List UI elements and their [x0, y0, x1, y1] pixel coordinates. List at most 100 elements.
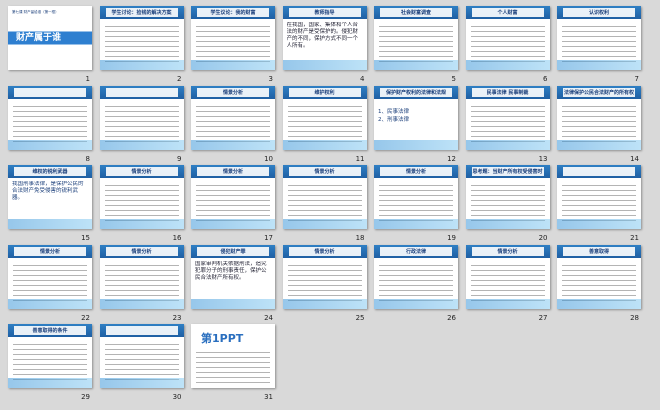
slide-footer-wave [465, 60, 550, 70]
slide-thumbnail[interactable]: 情景分析 [99, 165, 184, 229]
slide-thumbnail[interactable]: 情景分析 [374, 165, 458, 229]
slide-thumbnail[interactable]: 认识权利 [557, 6, 641, 70]
slide-footer-wave [557, 139, 641, 150]
slide-cell: 思考题：当财产所有权受侵害时 20 [465, 165, 550, 243]
slide-number: 31 [264, 393, 273, 401]
slide-thumbnail[interactable]: 侵犯财产罪国家审判机关依据刑法，追究犯罪分子的刑事责任，保护公民合法财产所有权。 [191, 244, 275, 309]
slide-footer-wave [557, 60, 641, 70]
slide-thumbnail[interactable] [557, 165, 641, 229]
slide-cell: 法律保护公民合法财产的所有权 14 [557, 85, 641, 164]
slide-text-lines [104, 262, 179, 304]
slide-thumbnail[interactable]: 情景分析 [282, 244, 367, 309]
slide-thumbnail[interactable]: 情景分析 [191, 165, 275, 229]
slide-number: 11 [355, 154, 365, 163]
slide-number: 22 [81, 313, 90, 322]
slide-footer-wave [8, 378, 92, 388]
slide-thumbnail[interactable]: 法律保护公民合法财产的所有权 [557, 85, 641, 150]
slide-number: 18 [355, 234, 365, 242]
slide-title: 个人财富 [497, 10, 518, 16]
slide-footer-wave [557, 298, 641, 309]
slide-text-lines [470, 262, 545, 304]
slide-header-band [14, 87, 86, 97]
slide-title: 民事法律 民事制裁 [486, 89, 529, 96]
slide-cell: 侵犯财产罪国家审判机关依据刑法，追究犯罪分子的刑事责任，保护公民合法财产所有权。… [191, 244, 275, 323]
slide-footer-wave [191, 219, 275, 229]
slide-text-lines [196, 24, 270, 65]
slide-title: 侵犯财产罪 [220, 248, 246, 255]
slide-number: 21 [630, 234, 639, 242]
slide-footer-wave [282, 219, 367, 229]
slide-title: 财产属于谁 [16, 33, 62, 43]
slide-footer-wave [374, 60, 458, 70]
slide-number: 17 [264, 234, 273, 242]
slide-text-lines [379, 262, 453, 304]
slide-body: 国家审判机关依据刑法，追究犯罪分子的刑事责任，保护公民合法财产所有权。 [195, 260, 267, 281]
slide-thumbnail[interactable]: 保护财产权利的法律和法规 1、民事法律 2、刑事法律 [374, 85, 458, 150]
slide-thumbnail[interactable]: 学生讨论：捡钱的解决方案 [99, 6, 184, 70]
slide-cell: 情景分析 23 [99, 244, 184, 323]
slide-cell: 第1PPT 31 [191, 324, 275, 402]
slide-thumbnail[interactable]: 情景分析 [282, 165, 367, 229]
slide-thumbnail[interactable]: 学生议论：我的财富 [191, 6, 275, 70]
slide-header-band [563, 167, 635, 176]
slide-number: 20 [538, 234, 548, 242]
slide-thumbnail[interactable]: 维权的锐利武器 我国刑事法律，是保护公民的合法财产免受侵害的锐利武器。 [8, 165, 92, 229]
slide-thumbnail[interactable]: 教师指导 在我国，国家、集体和个人合法的财产是受保护的。侵犯财产的不同，保护方式不… [282, 6, 367, 70]
slide-footer-wave [465, 219, 550, 229]
slide-cell: 学生议论：我的财富 3 [191, 6, 275, 84]
slide-cell: 认识权利 7 [557, 6, 641, 84]
slide-thumbnail[interactable]: 情景分析 [465, 244, 550, 309]
slide-thumbnail[interactable]: 社会财富调查 [374, 6, 458, 70]
slide-law-list: 1、民事法律 2、刑事法律 [378, 108, 454, 124]
slide-text-lines [562, 103, 636, 145]
slide-thumbnail[interactable]: 思考题：当财产所有权受侵害时 [465, 165, 550, 229]
slide-footer-wave [191, 298, 275, 309]
slide-text-lines [470, 103, 545, 145]
slide-title: 学生议论：我的财富 [210, 10, 256, 16]
slide-thumbnail[interactable]: 善意取得的条件 [8, 324, 92, 388]
slide-footer-wave [282, 60, 367, 70]
slide-thumbnail[interactable] [8, 85, 92, 150]
slide-thumbnail[interactable]: 个人财富 [465, 6, 550, 70]
slide-footer-wave [99, 219, 184, 229]
slide-cell: 情景分析 16 [99, 165, 184, 243]
slide-number: 14 [630, 154, 639, 163]
slide-cell: 情景分析 17 [191, 165, 275, 243]
slide-thumbnail[interactable]: 善意取得 [557, 244, 641, 309]
slide-title: 情景分析 [497, 248, 518, 255]
slide-text-lines [196, 350, 270, 383]
slide-cell: 维权的锐利武器 我国刑事法律，是保护公民的合法财产免受侵害的锐利武器。 15 [8, 165, 92, 243]
slide-cell: 个人财富 6 [465, 6, 550, 84]
slide-cell: 民事法律 民事制裁 13 [465, 85, 550, 164]
slide-thumbnail[interactable]: 情景分析 [99, 244, 184, 309]
slide-thumbnail[interactable]: 情景分析 [8, 244, 92, 309]
slide-cell: 保护财产权利的法律和法规 1、民事法律 2、刑事法律 12 [374, 85, 458, 164]
slide-thumbnail[interactable] [99, 324, 184, 388]
slide-number: 13 [538, 154, 548, 163]
slide-thumbnail[interactable]: 维护权利 [282, 85, 367, 150]
slide-title: 法律保护公民合法财产的所有权 [563, 89, 634, 96]
slide-title: 情景分析 [314, 248, 335, 255]
slide-footer-wave [282, 139, 367, 150]
slide-number: 12 [447, 154, 456, 163]
law-item: 2、刑事法律 [378, 116, 409, 123]
slide-title: 社会财富调查 [400, 10, 431, 16]
slide-number: 26 [447, 313, 456, 322]
slide-thumbnail[interactable]: 情景分析 [191, 85, 275, 150]
slide-title: 情景分析 [131, 169, 152, 175]
slide-body: 我国刑事法律，是保护公民的合法财产免受侵害的锐利武器。 [12, 181, 84, 201]
slide-footer-wave [374, 298, 458, 309]
slide-thumbnail[interactable]: 第1PPT [191, 324, 275, 388]
slide-thumbnail[interactable] [99, 85, 184, 150]
slide-title: 情景分析 [131, 248, 152, 255]
slide-number: 2 [177, 75, 182, 83]
slide-number: 23 [172, 313, 182, 322]
slide-footer-wave [99, 298, 184, 309]
slide-thumbnail[interactable]: 行政法律 [374, 244, 458, 309]
slide-footer-wave [191, 60, 275, 70]
slide-title: 学生讨论：捡钱的解决方案 [111, 10, 172, 16]
slide-thumbnail[interactable]: 民事法律 民事制裁 [465, 85, 550, 150]
slide-number: 15 [81, 234, 90, 242]
slide-number: 3 [268, 75, 273, 83]
slide-thumbnail[interactable]: 财产属于谁 第七课 财产留给谁（第一框） [8, 6, 92, 70]
